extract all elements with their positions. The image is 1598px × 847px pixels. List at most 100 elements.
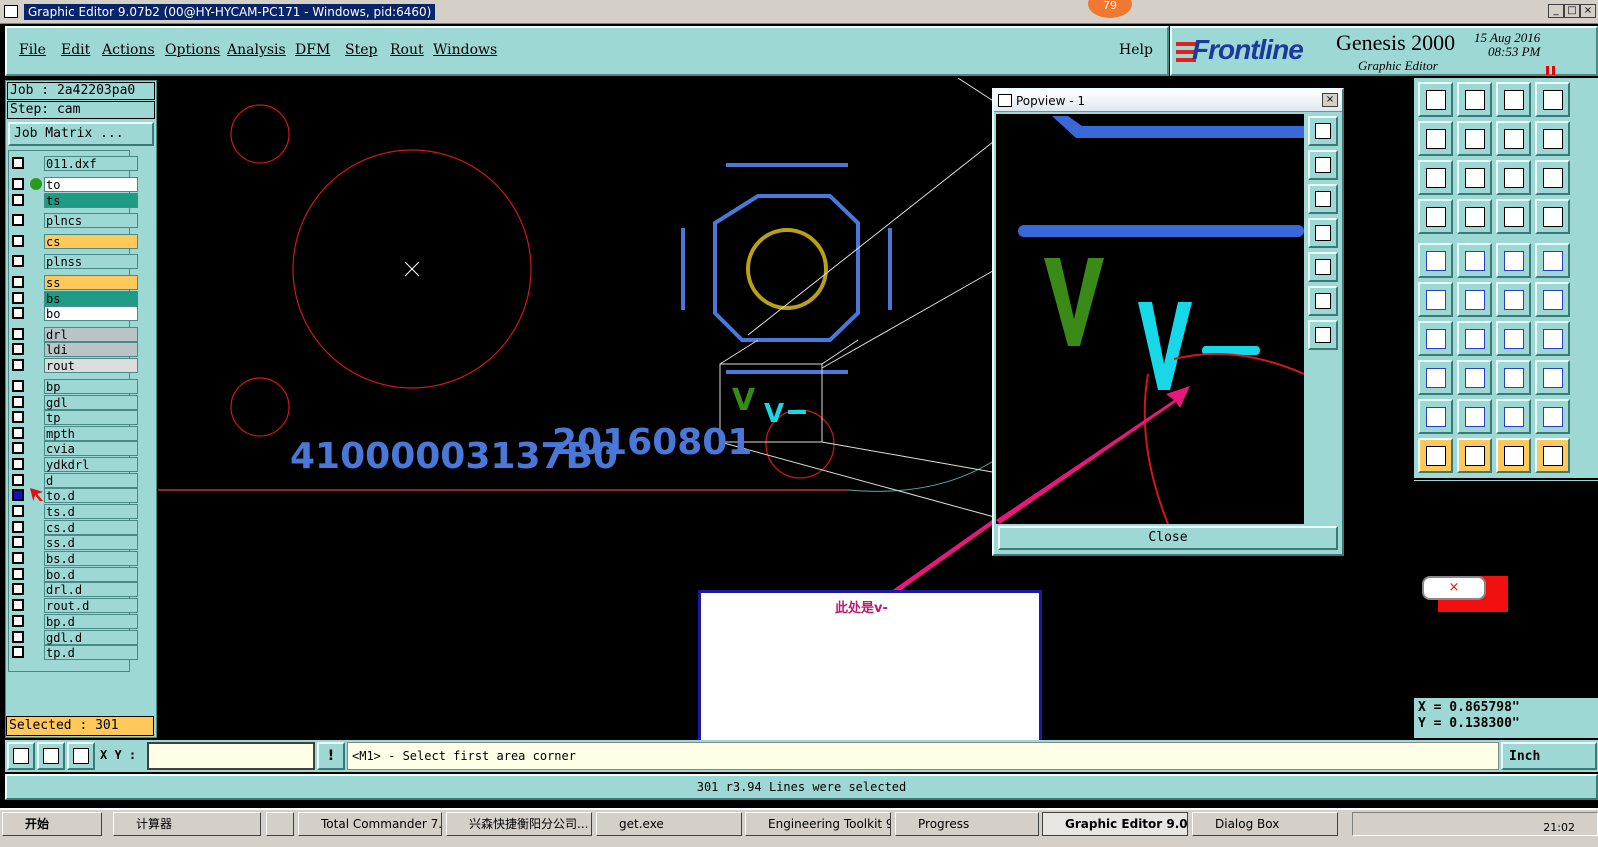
add-arc-button[interactable] — [1457, 321, 1492, 356]
layer-row-tp[interactable]: tp — [12, 410, 138, 425]
layer-name[interactable]: rout.d — [44, 598, 138, 613]
grid-button[interactable] — [1457, 199, 1492, 234]
menu-analysis[interactable]: Analysis — [227, 42, 286, 58]
layer-row-plnss[interactable]: plnss — [12, 254, 138, 269]
delete-button[interactable] — [1457, 282, 1492, 317]
popview-down-button[interactable] — [1308, 184, 1338, 214]
layer-row-ss-d[interactable]: ss.d — [12, 535, 138, 550]
units-selector[interactable]: Inch — [1501, 742, 1597, 770]
menu-help[interactable]: Help — [1119, 42, 1153, 58]
layer-name[interactable]: mpth — [44, 426, 138, 441]
layer-checkbox[interactable] — [12, 343, 24, 355]
layer-name[interactable]: ss — [44, 275, 138, 290]
popview-close-x[interactable]: × — [1322, 93, 1338, 107]
layer-row-tp-d[interactable]: tp.d — [12, 645, 138, 660]
menu-file[interactable]: File — [19, 42, 46, 58]
feature-select-button[interactable] — [1418, 243, 1453, 278]
layer-row-bp[interactable]: bp — [12, 379, 138, 394]
alert-button[interactable]: ! — [317, 742, 345, 770]
save-job-button[interactable] — [1457, 82, 1492, 117]
layer-name[interactable]: tp.d — [44, 645, 138, 660]
add-line-button[interactable] — [1535, 282, 1570, 317]
pad-info-button[interactable] — [1535, 243, 1570, 278]
layer-checkbox[interactable] — [12, 536, 24, 548]
layer-name[interactable]: bp — [44, 379, 138, 394]
menu-rout[interactable]: Rout — [390, 42, 424, 58]
help-button[interactable] — [1535, 160, 1570, 195]
popview-zoom-button[interactable] — [1308, 116, 1338, 146]
xy-input[interactable] — [147, 742, 315, 770]
layer-checkbox[interactable] — [12, 328, 24, 340]
layer-checkbox[interactable] — [12, 631, 24, 643]
taskbar-item[interactable]: Total Commander 7.0 ... — [298, 812, 442, 836]
layer-checkbox[interactable] — [12, 615, 24, 627]
layer-row-gdl-d[interactable]: gdl.d — [12, 630, 138, 645]
area-select-button[interactable] — [1496, 438, 1531, 473]
layer-row-bs[interactable]: bs — [12, 291, 138, 306]
layer-checkbox[interactable] — [12, 396, 24, 408]
maximize-button[interactable]: □ — [1564, 4, 1580, 18]
popview-fit-button[interactable] — [1308, 286, 1338, 316]
layer-row-plncs[interactable]: plncs — [12, 213, 138, 228]
layer-checkbox[interactable] — [12, 178, 24, 190]
snap-button[interactable] — [1496, 199, 1531, 234]
taskbar-item[interactable]: Dialog Box — [1192, 812, 1338, 836]
cut-button[interactable] — [1496, 282, 1531, 317]
layer-checkbox[interactable] — [12, 568, 24, 580]
net-select-button[interactable] — [1418, 282, 1453, 317]
add-pad-button[interactable] — [1418, 321, 1453, 356]
ruler-button[interactable] — [1496, 243, 1531, 278]
menu-actions[interactable]: Actions — [102, 42, 155, 58]
layer-row-gdl[interactable]: gdl — [12, 395, 138, 410]
layer-row-bo[interactable]: bo — [12, 306, 138, 321]
taskbar-item[interactable]: Progress — [895, 812, 1039, 836]
edit-arc-button[interactable] — [1496, 360, 1531, 395]
layer-name[interactable]: to — [44, 177, 138, 192]
layer-row-bo-d[interactable]: bo.d — [12, 567, 138, 582]
layer-row-rout[interactable]: rout — [12, 358, 138, 373]
layer-checkbox[interactable] — [12, 521, 24, 533]
layer-checkbox[interactable] — [12, 489, 24, 501]
layer-checkbox[interactable] — [12, 411, 24, 423]
layer-name[interactable]: bs — [44, 291, 138, 306]
layer-name[interactable]: bs.d — [44, 551, 138, 566]
layer-checkbox[interactable] — [12, 442, 24, 454]
layer-checkbox[interactable] — [12, 458, 24, 470]
taskbar-item[interactable]: Engineering Toolkit 9.0... — [745, 812, 891, 836]
layer-name[interactable]: ss.d — [44, 535, 138, 550]
layer-name[interactable]: plnss — [44, 254, 138, 269]
filter-select-button[interactable] — [1535, 438, 1570, 473]
layer-row-011-dxf[interactable]: 011.dxf — [12, 156, 138, 171]
layer-checkbox[interactable] — [12, 307, 24, 319]
taskbar-item[interactable]: 计算器 — [113, 812, 261, 836]
layer-row-cs[interactable]: cs — [12, 234, 138, 249]
copy-button[interactable] — [1418, 360, 1453, 395]
round-corner-button[interactable] — [1535, 360, 1570, 395]
menu-options[interactable]: Options — [165, 42, 220, 58]
layer-name[interactable]: ts — [44, 193, 138, 208]
layer-name[interactable]: d — [44, 473, 138, 488]
layer-name[interactable]: gdl — [44, 395, 138, 410]
layer-row-d[interactable]: d — [12, 473, 138, 488]
menu-step[interactable]: Step — [345, 42, 377, 58]
measure-button[interactable] — [1418, 199, 1453, 234]
layer-name[interactable]: plncs — [44, 213, 138, 228]
layer-checkbox[interactable] — [12, 194, 24, 206]
grid-tool-button[interactable] — [67, 742, 95, 770]
layer-checkbox[interactable] — [12, 474, 24, 486]
layer-row-drl[interactable]: drl — [12, 327, 138, 342]
scale-button[interactable] — [1535, 121, 1570, 156]
layer-row-cvia[interactable]: cvia — [12, 441, 138, 456]
angle-tool-button[interactable] — [37, 742, 65, 770]
taskbar-item[interactable]: Graphic Editor 9.07b... — [1042, 812, 1188, 836]
popview-up-button[interactable] — [1308, 150, 1338, 180]
layer-row-drl-d[interactable]: drl.d — [12, 582, 138, 597]
resize-button[interactable] — [1535, 399, 1570, 434]
export-layer-button[interactable] — [1457, 121, 1492, 156]
layer-name[interactable]: cvia — [44, 441, 138, 456]
minimize-button[interactable]: _ — [1548, 4, 1564, 18]
layer-row-ts[interactable]: ts — [12, 193, 138, 208]
popview-close-button[interactable]: Close — [998, 526, 1338, 550]
open-job-button[interactable] — [1418, 82, 1453, 117]
layer-row-ts-d[interactable]: ts.d — [12, 504, 138, 519]
